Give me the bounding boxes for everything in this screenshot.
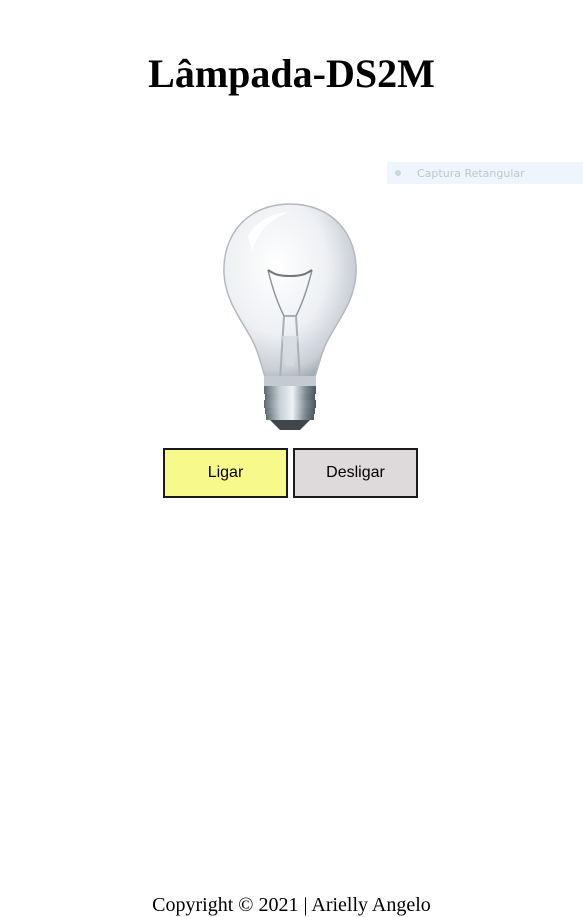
record-dot-icon — [395, 170, 401, 176]
lamp-controls: Ligar Desligar — [163, 448, 418, 498]
turn-off-button[interactable]: Desligar — [293, 448, 418, 498]
turn-on-button[interactable]: Ligar — [163, 448, 288, 498]
page-title: Lâmpada-DS2M — [148, 51, 435, 96]
capture-overlay-label: Captura Retangular — [417, 166, 525, 180]
lightbulb-icon — [223, 203, 357, 430]
capture-overlay: Captura Retangular — [387, 162, 583, 184]
lamp-image — [218, 196, 362, 436]
footer-copyright: Copyright © 2021 | Arielly Angelo — [152, 894, 431, 916]
